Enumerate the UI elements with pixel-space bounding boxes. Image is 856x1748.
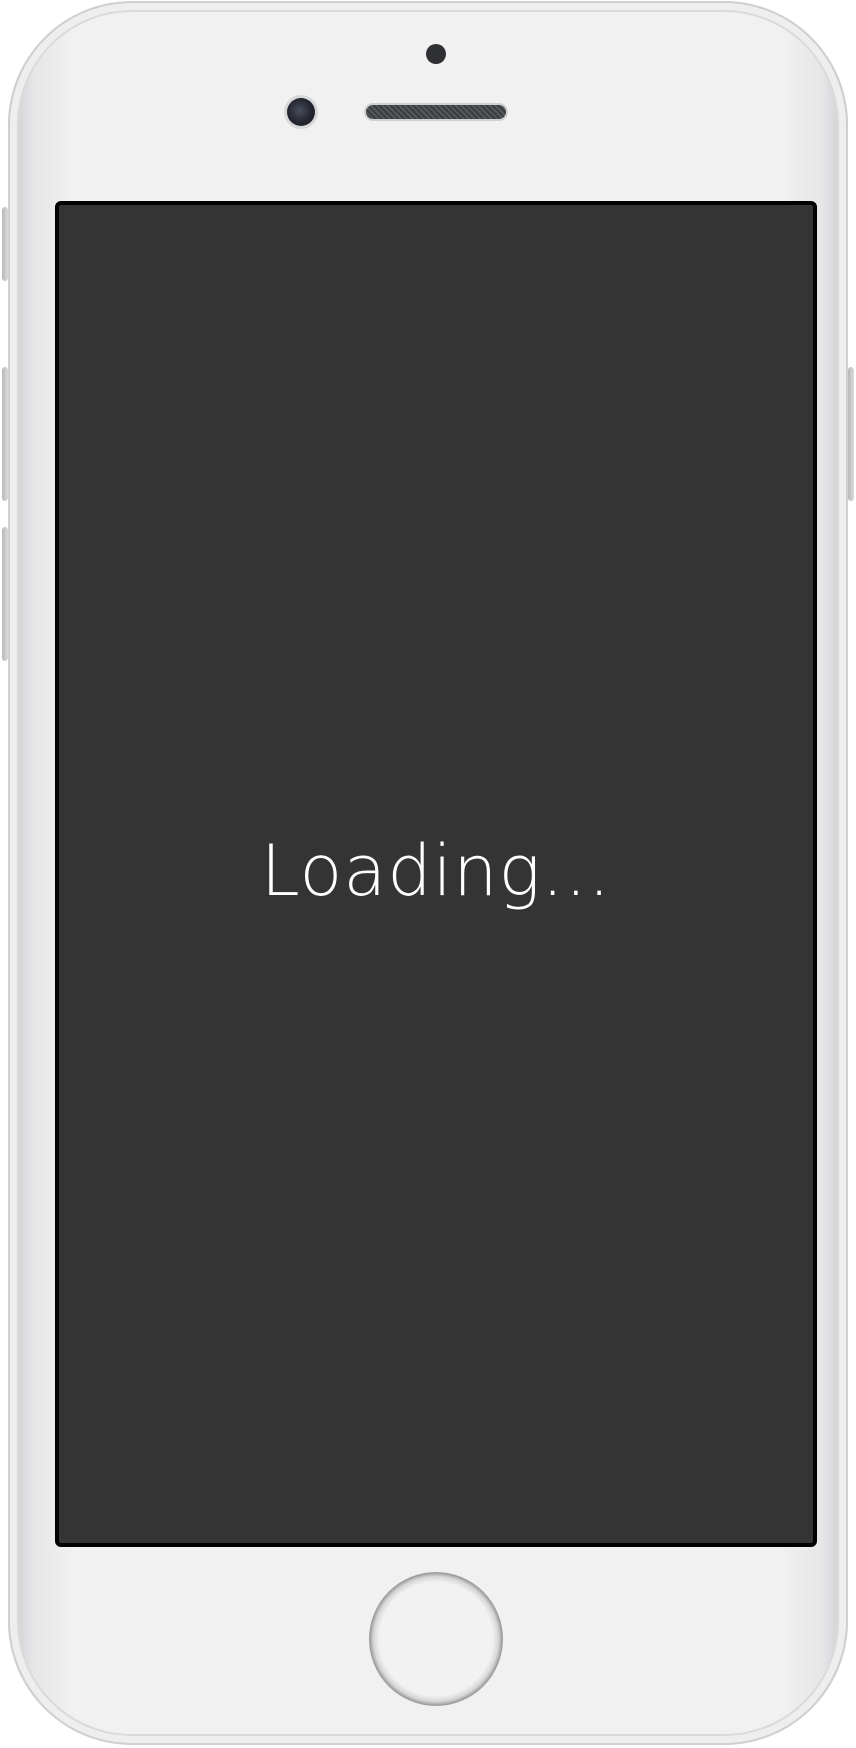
- device-screen: Loading...: [55, 201, 817, 1547]
- volume-down-button: [2, 527, 8, 661]
- front-camera-icon: [287, 98, 315, 126]
- earpiece-speaker: [366, 105, 506, 119]
- loading-text: Loading...: [260, 830, 612, 912]
- mute-switch: [2, 207, 8, 281]
- power-button: [848, 367, 854, 501]
- phone-device-frame: Loading...: [2, 1, 854, 1745]
- proximity-sensor: [426, 44, 446, 64]
- volume-up-button: [2, 367, 8, 501]
- home-button[interactable]: [369, 1572, 503, 1706]
